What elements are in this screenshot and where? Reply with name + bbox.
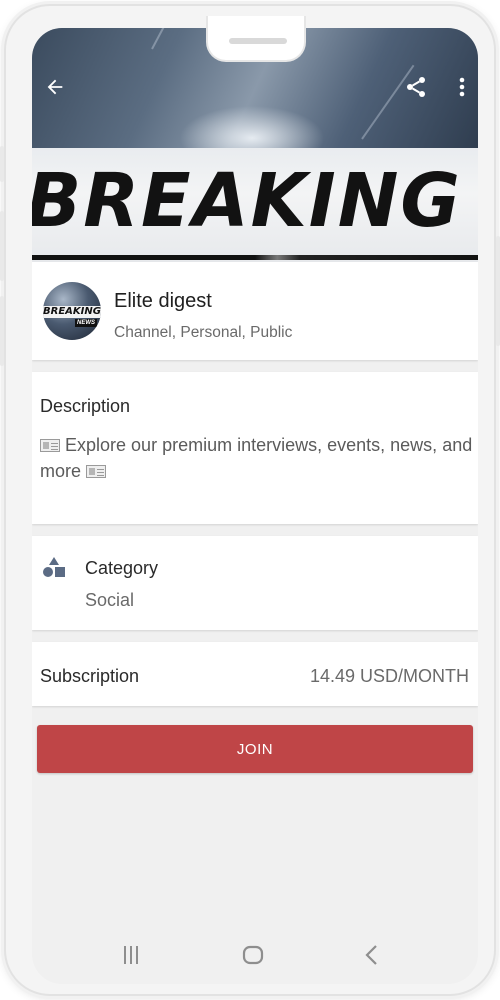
screen: BREAKING BREAKING NEWS Elite digest Chan… (32, 28, 478, 984)
category-label: Category (85, 558, 159, 578)
avatar-subtext: NEWS (75, 319, 97, 327)
speaker-slot (229, 38, 287, 44)
phone-volume-down (0, 296, 4, 366)
join-button[interactable]: JOIN (37, 725, 473, 773)
subscription-price: 14.49 USD/MONTH (309, 666, 469, 686)
banner-title: BREAKING (32, 158, 462, 244)
description-text: Explore our premium interviews, events, … (40, 432, 474, 484)
channel-name: Elite digest (114, 290, 212, 312)
system-navigation-bar (32, 936, 478, 976)
arrow-left-icon[interactable] (44, 76, 66, 103)
share-icon[interactable] (404, 75, 428, 104)
phone-frame: BREAKING BREAKING NEWS Elite digest Chan… (0, 4, 500, 996)
subscription-label: Subscription (40, 666, 140, 686)
shapes-icon (42, 556, 66, 583)
category-card (32, 536, 478, 630)
newspaper-icon (40, 439, 60, 452)
newspaper-icon (86, 465, 107, 478)
channel-info-card: BREAKING NEWS (32, 262, 478, 360)
channel-meta: Channel, Personal, Public (114, 324, 293, 341)
phone-side-button (0, 146, 4, 182)
banner-underline (32, 255, 478, 260)
description-line1: Explore our premium interviews, events, … (65, 435, 438, 455)
more-vertical-icon[interactable] (452, 75, 472, 104)
chevron-left-icon[interactable] (362, 944, 382, 971)
home-icon[interactable] (241, 944, 265, 971)
avatar-text: BREAKING (43, 306, 101, 318)
channel-banner: BREAKING (32, 28, 478, 262)
recents-icon[interactable] (120, 944, 142, 971)
avatar: BREAKING NEWS (43, 282, 101, 340)
category-value: Social (85, 590, 135, 610)
phone-notch (206, 16, 306, 62)
description-title: Description (40, 396, 131, 416)
phone-volume-up (0, 211, 4, 281)
phone-power-button (496, 236, 500, 346)
